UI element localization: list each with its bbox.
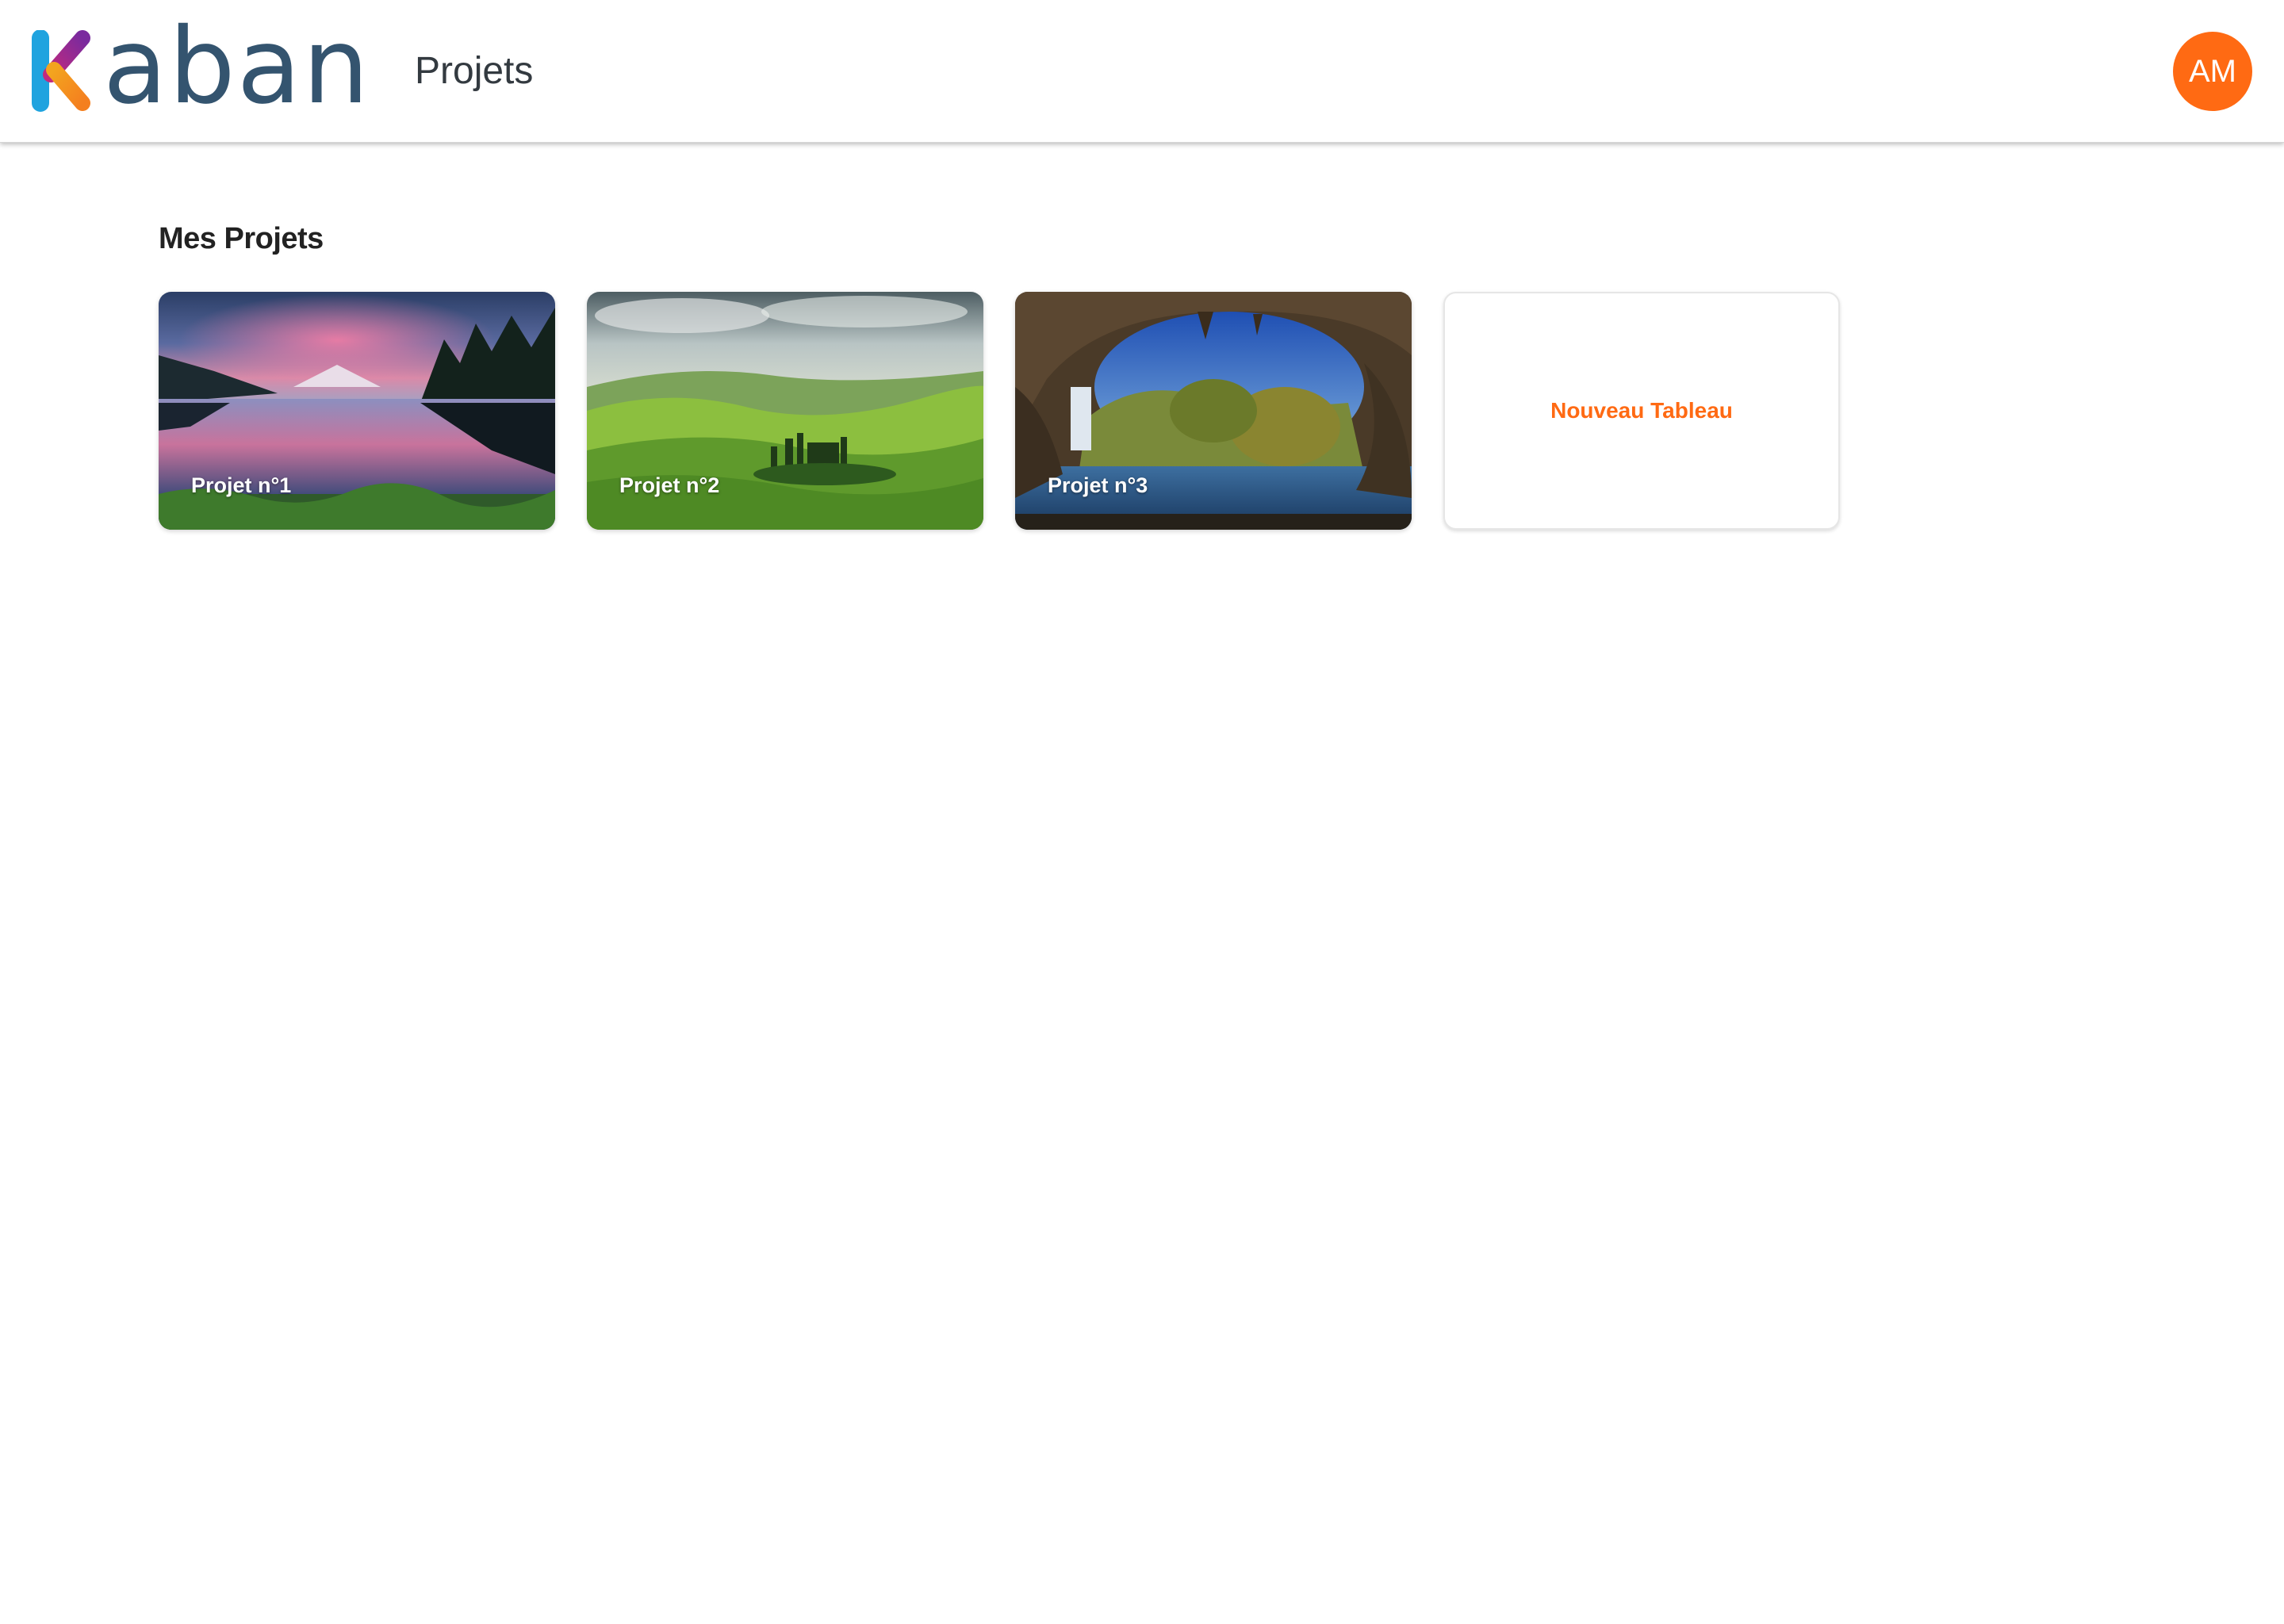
logo-wordmark: aban bbox=[103, 6, 371, 128]
project-card-2[interactable]: Projet n°2 bbox=[587, 292, 983, 530]
new-board-label: Nouveau Tableau bbox=[1550, 398, 1733, 423]
project-card-label: Projet n°2 bbox=[619, 473, 720, 497]
project-card-label: Projet n°1 bbox=[191, 473, 292, 497]
user-avatar[interactable]: AM bbox=[2173, 32, 2252, 111]
logo-k-icon bbox=[32, 30, 90, 112]
new-board-card[interactable]: Nouveau Tableau bbox=[1443, 292, 1840, 530]
section-title: Mes Projets bbox=[159, 222, 324, 255]
project-card-3[interactable]: Projet n°3 bbox=[1015, 292, 1412, 530]
kaban-logo[interactable]: aban bbox=[30, 14, 370, 119]
project-card-1[interactable]: Projet n°1 bbox=[159, 292, 555, 530]
project-card-label: Projet n°3 bbox=[1048, 473, 1148, 497]
top-header: aban Projets AM bbox=[0, 0, 2284, 143]
project-cards: Projet n°1 Projet n°2 Projet n°3 Nouveau… bbox=[159, 292, 1840, 530]
nav-projects-link[interactable]: Projets bbox=[415, 44, 533, 98]
